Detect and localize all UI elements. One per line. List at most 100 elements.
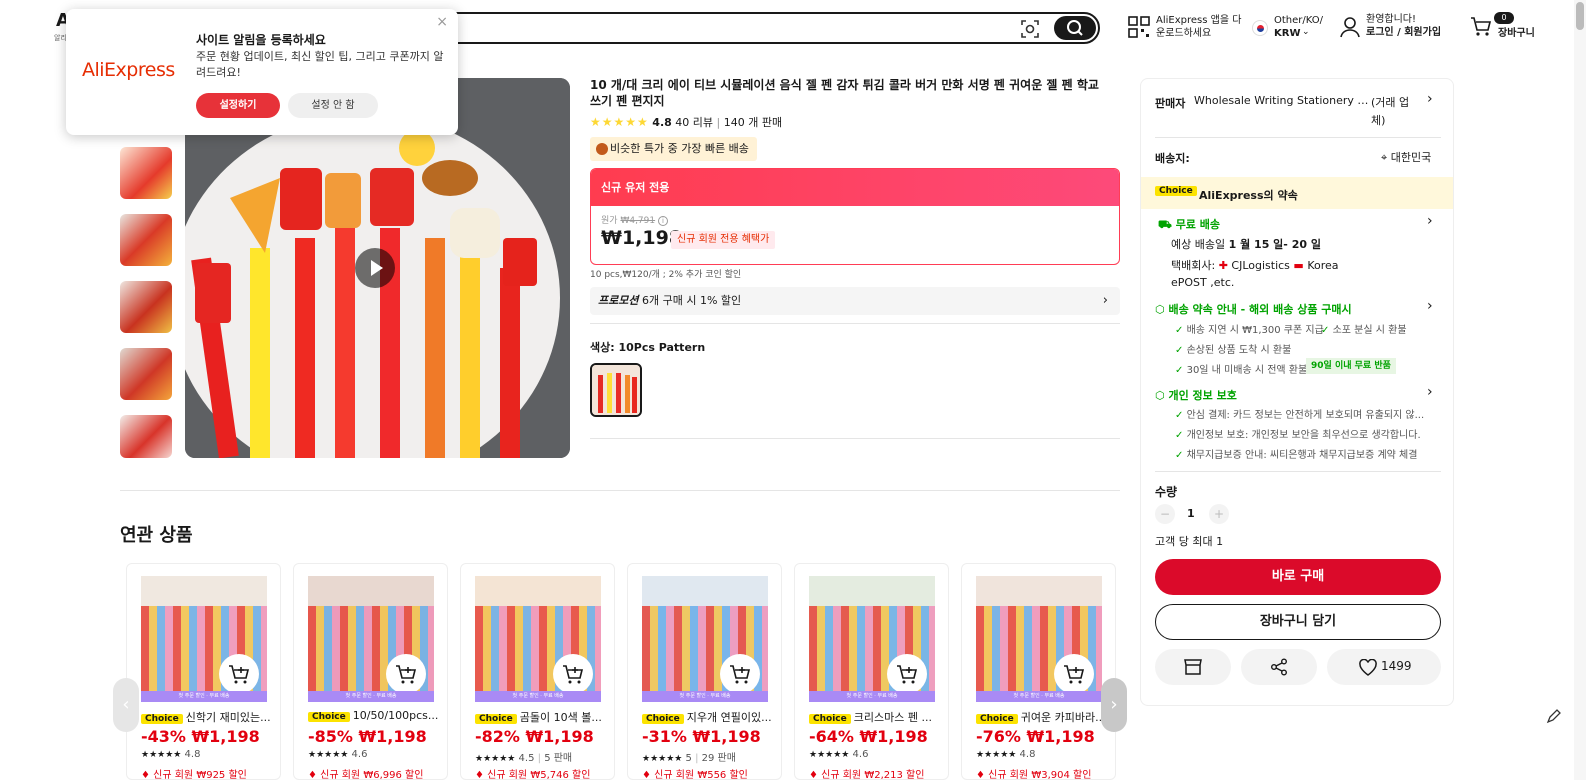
rating-value: 4.8: [652, 116, 672, 129]
related-product-card[interactable]: 첫 주문 할인 · 무료 배송 Choice 크리스마스 펜 ... -64% ₩1,…: [794, 563, 949, 780]
add-to-cart-button[interactable]: 장바구니 담기: [1155, 604, 1441, 640]
quantity-increase-button[interactable]: +: [1209, 504, 1229, 524]
promotion-row[interactable]: 프로모션 6개 구매 시 1% 할인 ›: [590, 287, 1120, 315]
logo-subtitle: 알리: [54, 34, 67, 42]
color-option-10pcs-pattern[interactable]: [590, 363, 642, 417]
chevron-right-icon[interactable]: ›: [1427, 91, 1433, 107]
related-product-image[interactable]: 첫 주문 할인 · 무료 배송: [308, 576, 434, 702]
related-product-coupon: ♦ 신규 회원 ₩925 할인: [141, 770, 247, 780]
delivery-guarantee-row[interactable]: ⬡ 배송 약속 안내 - 해외 배송 상품 구매시: [1155, 301, 1352, 317]
chevron-right-icon[interactable]: ›: [1427, 213, 1433, 229]
user-icon: [1340, 17, 1360, 38]
privacy-item: ✓ 채무지급보증 안내: 씨티은행과 채무지급보증 계약 체결: [1175, 450, 1418, 461]
sold-count: 140 개 판매: [723, 116, 783, 129]
carousel-prev-button[interactable]: ‹: [113, 678, 139, 732]
free-shipping-row[interactable]: ⛟ 무료 배송: [1158, 216, 1220, 233]
guarantee-item: ✓ 손상된 상품 도착 시 환불: [1175, 345, 1292, 356]
main-product-image[interactable]: [185, 78, 570, 458]
shield-check-icon: ⬡: [1155, 389, 1165, 402]
related-product-name[interactable]: Choice 10/50/100pcs...: [308, 709, 444, 722]
image-search-icon[interactable]: [1020, 19, 1040, 39]
chevron-right-icon[interactable]: ›: [1427, 298, 1433, 314]
privacy-row[interactable]: ⬡ 개인 정보 보호: [1155, 387, 1237, 403]
store-button[interactable]: [1155, 649, 1231, 685]
related-product-card[interactable]: 첫 주문 할인 · 무료 배송 Choice 곰돌이 10색 볼... -82% ₩1…: [460, 563, 615, 780]
promise-title: AliExpress의 약속: [1199, 189, 1298, 202]
add-to-cart-icon-button[interactable]: [553, 654, 593, 694]
rating-stars-icon: ★★★★★: [475, 754, 516, 764]
related-product-rating: ★★★★★ 5 | 29 판매: [642, 753, 736, 764]
related-product-card[interactable]: 첫 주문 할인 · 무료 배송 Choice 귀여운 카피바라... -76% ₩1,…: [961, 563, 1116, 780]
quantity-value[interactable]: 1: [1187, 507, 1195, 520]
search-button[interactable]: [1054, 16, 1096, 40]
info-icon: i: [657, 216, 668, 226]
aliexpress-brand-logo: AliExpress: [82, 59, 175, 81]
gallery-thumbnail[interactable]: [120, 415, 172, 458]
related-product-card[interactable]: 첫 주문 할인 · 무료 배송 Choice 10/50/100pcs... -85%…: [293, 563, 448, 780]
choice-badge: Choice: [642, 714, 684, 724]
login-signup-link[interactable]: 로그인 / 회원가입: [1366, 26, 1441, 39]
first-order-strip: 첫 주문 할인 · 무료 배송: [976, 691, 1102, 702]
search-input[interactable]: [440, 12, 1100, 44]
gallery-thumbnail[interactable]: [120, 147, 172, 199]
add-to-cart-icon-button[interactable]: [219, 654, 259, 694]
separator: |: [716, 116, 724, 129]
divider: [120, 490, 1120, 491]
related-product-image[interactable]: 첫 주문 할인 · 무료 배송: [475, 576, 601, 702]
related-product-name[interactable]: Choice 신학기 재미있는...: [141, 709, 277, 725]
related-product-price: -82% ₩1,198: [475, 727, 594, 746]
wishlist-button[interactable]: 1499: [1327, 649, 1441, 685]
add-to-cart-icon-button[interactable]: [720, 654, 760, 694]
related-product-name[interactable]: Choice 지우개 연필이있...: [642, 709, 778, 725]
related-product-card[interactable]: 첫 주문 할인 · 무료 배송 Choice 신학기 재미있는... -43% ₩1,…: [126, 563, 281, 780]
related-product-rating: ★★★★★ 4.6: [809, 749, 869, 760]
related-product-name[interactable]: Choice 귀여운 카피바라...: [976, 709, 1112, 725]
allow-notifications-button[interactable]: 설정하기: [196, 93, 280, 118]
related-product-name[interactable]: Choice 크리스마스 펜 ...: [809, 709, 945, 725]
gallery-thumbnail[interactable]: [120, 214, 172, 266]
purchase-panel: 판매자 Wholesale Writing Stationery Sto... …: [1140, 78, 1454, 706]
chevron-right-icon[interactable]: ›: [1427, 384, 1433, 400]
chevron-right-icon: ›: [1102, 293, 1108, 308]
add-to-cart-icon-button[interactable]: [386, 654, 426, 694]
deny-notifications-button[interactable]: 설정 안 함: [288, 93, 378, 118]
edit-feedback-button[interactable]: [1544, 706, 1564, 726]
gallery-thumbnail[interactable]: [120, 281, 172, 333]
review-count[interactable]: 40 리뷰: [675, 116, 713, 129]
share-button[interactable]: [1241, 649, 1317, 685]
related-product-image[interactable]: 첫 주문 할인 · 무료 배송: [809, 576, 935, 702]
choice-badge: Choice: [308, 712, 350, 722]
guarantee-item: ✓ 배송 지연 시 ₩1,300 쿠폰 지급: [1175, 325, 1324, 336]
notification-permission-popup: AliExpress 사이트 알림을 등록하세요 주문 현황 업데이트, 최신 …: [66, 9, 458, 135]
unit-price-note: 10 pcs,₩120/개 ; 2% 추가 코인 할인: [590, 270, 742, 280]
related-product-coupon: ♦ 신규 회원 ₩2,213 할인: [809, 770, 925, 780]
related-product-name[interactable]: Choice 곰돌이 10색 볼...: [475, 709, 611, 725]
buy-now-button[interactable]: 바로 구매: [1155, 559, 1441, 595]
carousel-next-button[interactable]: ›: [1101, 678, 1127, 732]
add-to-cart-icon-button[interactable]: [1054, 654, 1094, 694]
store-icon: [1184, 659, 1202, 675]
play-video-button[interactable]: [355, 248, 395, 288]
popup-title: 사이트 알림을 등록하세요: [196, 33, 326, 47]
quantity-decrease-button[interactable]: −: [1155, 504, 1175, 524]
pencil-icon: [1546, 709, 1561, 724]
related-product-image[interactable]: 첫 주문 할인 · 무료 배송: [642, 576, 768, 702]
rating-stars-icon: ★★★★★: [642, 754, 683, 764]
ship-to-country[interactable]: ⌖ 대한민국: [1381, 149, 1431, 165]
truck-icon: ⛟: [1158, 218, 1172, 231]
rating-stars-icon: ★★★★★: [141, 750, 182, 760]
seller-name-link[interactable]: Wholesale Writing Stationery Sto...: [1194, 94, 1374, 107]
color-swatch-image: [592, 365, 640, 415]
add-to-cart-icon-button[interactable]: [887, 654, 927, 694]
page-scrollbar[interactable]: [1574, 0, 1586, 780]
scrollbar-thumb[interactable]: [1576, 2, 1584, 30]
gallery-thumbnail[interactable]: [120, 348, 172, 400]
related-product-image[interactable]: 첫 주문 할인 · 무료 배송: [141, 576, 267, 702]
divider: [1155, 137, 1441, 138]
related-product-card[interactable]: 첫 주문 할인 · 무료 배송 Choice 지우개 연필이있... -31% ₩1,…: [627, 563, 782, 780]
search-icon: [1067, 20, 1083, 36]
chevron-left-icon: ‹: [122, 694, 130, 715]
related-product-image[interactable]: 첫 주문 할인 · 무료 배송: [976, 576, 1102, 702]
close-icon[interactable]: ×: [436, 14, 448, 30]
chevron-down-icon: ⌄: [1302, 27, 1310, 37]
